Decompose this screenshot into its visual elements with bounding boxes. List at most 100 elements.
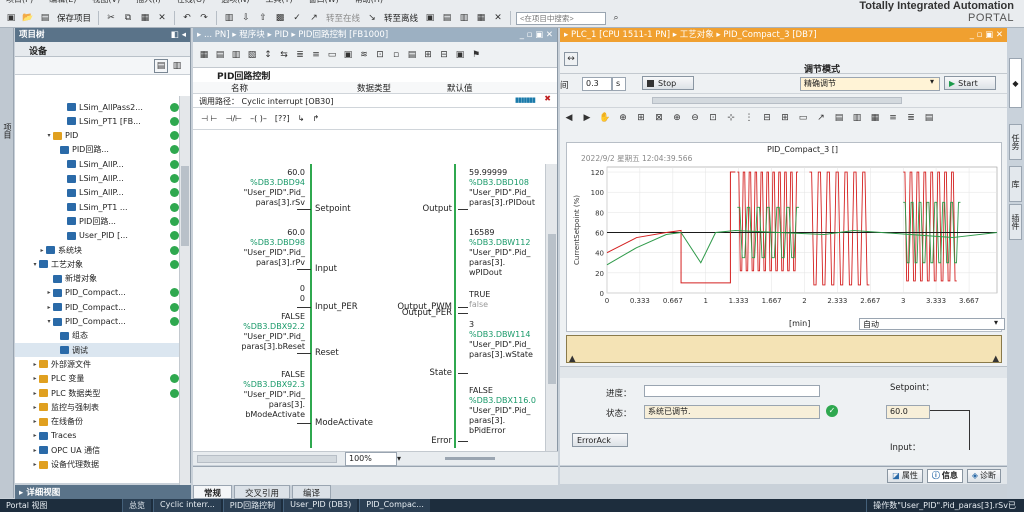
output-operand[interactable]: FALSE %DB3.DBX116.0 "User_PID".Pid_ paras[3…: [469, 386, 548, 436]
start-button[interactable]: ▶ Start: [944, 76, 996, 90]
cross-reference-icon[interactable]: ▤: [440, 11, 454, 25]
stop-button[interactable]: Stop: [642, 76, 694, 90]
tree-expand-icon[interactable]: ▸: [45, 304, 53, 311]
menu-item[interactable]: 视图(V): [92, 0, 120, 6]
taskbar-item[interactable]: Portal 视图: [0, 499, 120, 512]
empty-box-icon[interactable]: [??]: [275, 114, 290, 123]
tree-expand-icon[interactable]: ▾: [45, 132, 53, 139]
editor-tool-icon[interactable]: ▣: [453, 48, 467, 62]
output-operand[interactable]: 3 %DB3.DBW114 "User_PID".Pid_ paras[3].wSta…: [469, 320, 548, 360]
tune-mode-dropdown-icon[interactable]: ▾: [930, 77, 934, 86]
trend-tool-icon[interactable]: ⊞: [778, 111, 792, 125]
panel-window-controls-icon[interactable]: _ ▫ ▣ ✕: [970, 30, 1003, 40]
tree-item[interactable]: ▸ 在线备份: [15, 415, 181, 429]
compile-icon[interactable]: ▥: [222, 11, 236, 25]
upload-icon[interactable]: ⇧: [256, 11, 270, 25]
trend-tool-icon[interactable]: ⊖: [688, 111, 702, 125]
tree-item[interactable]: LSim_AllPass2...: [15, 100, 181, 114]
trend-tool-icon[interactable]: ▭: [796, 111, 810, 125]
output-operand[interactable]: TRUE false: [469, 290, 548, 310]
tree-expand-icon[interactable]: ▸: [31, 361, 39, 368]
tree-scrollbar[interactable]: [179, 96, 190, 486]
auto-select[interactable]: 自动: [859, 318, 1005, 330]
simulation-icon[interactable]: ▩: [273, 11, 287, 25]
editor-tool-icon[interactable]: ▤: [213, 48, 227, 62]
tree-item[interactable]: ▸ 系统块: [15, 243, 181, 257]
paste-icon[interactable]: ▦: [138, 11, 152, 25]
range-right-handle[interactable]: ▲: [992, 354, 999, 364]
editor-tool-icon[interactable]: ▫: [389, 48, 403, 62]
open-project-icon[interactable]: 📂: [21, 11, 35, 25]
bottom-tab[interactable]: 交叉引用: [234, 485, 291, 499]
info-tab[interactable]: ⓘ 信息: [926, 468, 963, 483]
tree-item[interactable]: ▸ OPC UA 通信: [15, 443, 181, 457]
breadcrumb-item[interactable]: PLC_1 [CPU 1511-1 PN]: [571, 30, 670, 40]
close-call-path-icon[interactable]: ✖: [544, 94, 551, 103]
properties-tab[interactable]: ◪ 属性: [887, 468, 923, 483]
tree-expand-icon[interactable]: ▸: [31, 447, 39, 454]
range-left-handle[interactable]: ▲: [569, 354, 576, 364]
split-horizontal-icon[interactable]: ▦: [474, 11, 488, 25]
taskbar-item[interactable]: PID回路控制: [222, 499, 282, 512]
editor-tool-icon[interactable]: ⚑: [469, 48, 483, 62]
tree-item[interactable]: LSim_AllP...: [15, 172, 181, 186]
nc-contact-icon[interactable]: ⊣/⊢: [225, 114, 242, 123]
trend-tool-icon[interactable]: ⋮: [742, 111, 756, 125]
trend-tool-icon[interactable]: ⊡: [706, 111, 720, 125]
trend-tool-icon[interactable]: ⊕: [670, 111, 684, 125]
call-path-value[interactable]: Cyclic interrupt [OB30]: [242, 97, 334, 106]
side-tab[interactable]: 插件: [1009, 204, 1022, 240]
menu-item[interactable]: 编辑(E): [49, 0, 76, 6]
error-ack-button[interactable]: ErrorAck: [572, 433, 628, 447]
trend-tool-icon[interactable]: ✋: [598, 111, 612, 125]
tree-item[interactable]: LSim_AllP...: [15, 157, 181, 171]
editor-hscrollbar[interactable]: [197, 454, 337, 463]
redo-icon[interactable]: ↷: [197, 11, 211, 25]
trend-tool-icon[interactable]: ≡: [886, 111, 900, 125]
input-operand[interactable]: 60.0 %DB3.DBD98 "User_PID".Pid_ paras[3].rP…: [201, 228, 305, 268]
cut-icon[interactable]: ✂: [104, 11, 118, 25]
trend-tool-icon[interactable]: ⊠: [652, 111, 666, 125]
editor-tool-icon[interactable]: ⇆: [277, 48, 291, 62]
editor-tool-icon[interactable]: ▧: [245, 48, 259, 62]
menu-item[interactable]: 在线(O): [177, 0, 206, 6]
tree-expand-icon[interactable]: ▾: [31, 261, 39, 268]
taskbar-item[interactable]: 总览: [122, 499, 151, 512]
tree-item[interactable]: ▸ PLC 数据类型: [15, 386, 181, 400]
side-tab[interactable]: 库: [1009, 166, 1022, 202]
menu-item[interactable]: 项目(P): [6, 0, 33, 6]
split-editor-icon[interactable]: ▥: [457, 11, 471, 25]
tree-scroll-thumb[interactable]: [181, 166, 189, 246]
tree-item[interactable]: PID回路...: [15, 214, 181, 228]
tree-view-icon[interactable]: ▤: [154, 59, 168, 73]
tree-expand-icon[interactable]: ▸: [31, 432, 39, 439]
online-icon[interactable]: ✓: [290, 11, 304, 25]
panel-hscrollbar[interactable]: [652, 97, 902, 104]
coil-icon[interactable]: –( )–: [250, 114, 267, 123]
close-branch-icon[interactable]: ↱: [312, 114, 319, 123]
tree-expand-icon[interactable]: ▸: [38, 247, 46, 254]
trend-tool-icon[interactable]: ⊞: [634, 111, 648, 125]
menu-item[interactable]: 插入(I): [136, 0, 161, 6]
tree-expand-icon[interactable]: ▾: [45, 318, 53, 325]
auto-dropdown-icon[interactable]: ▾: [994, 318, 998, 327]
tree-item[interactable]: ▸ 设备代理数据: [15, 458, 181, 472]
tree-item[interactable]: LSim_AllP...: [15, 186, 181, 200]
tree-item[interactable]: PID回路...: [15, 143, 181, 157]
tree-item[interactable]: ▸ PID_Compact...: [15, 286, 181, 300]
input-operand[interactable]: FALSE %DB3.DBX92.3 "User_PID".Pid_ paras[3]…: [201, 370, 305, 420]
editor-tool-icon[interactable]: ≡: [309, 48, 323, 62]
taskbar-item[interactable]: PID_Compac...: [359, 499, 430, 512]
trend-tool-icon[interactable]: ⊟: [760, 111, 774, 125]
download-icon[interactable]: ⇩: [239, 11, 253, 25]
tree-item[interactable]: ▸ 外部源文件: [15, 357, 181, 371]
editor-tool-icon[interactable]: ≣: [293, 48, 307, 62]
go-offline-icon[interactable]: ↘: [365, 11, 379, 25]
tree-item[interactable]: ▾ PID: [15, 129, 181, 143]
menu-item[interactable]: 工具(T): [265, 0, 292, 6]
editor-tool-icon[interactable]: ▣: [341, 48, 355, 62]
editor-tool-icon[interactable]: ⊟: [437, 48, 451, 62]
interval-field[interactable]: 0.3: [582, 77, 612, 91]
open-branch-icon[interactable]: ↳: [298, 114, 305, 123]
tree-item[interactable]: LSim_PT1 ...: [15, 200, 181, 214]
